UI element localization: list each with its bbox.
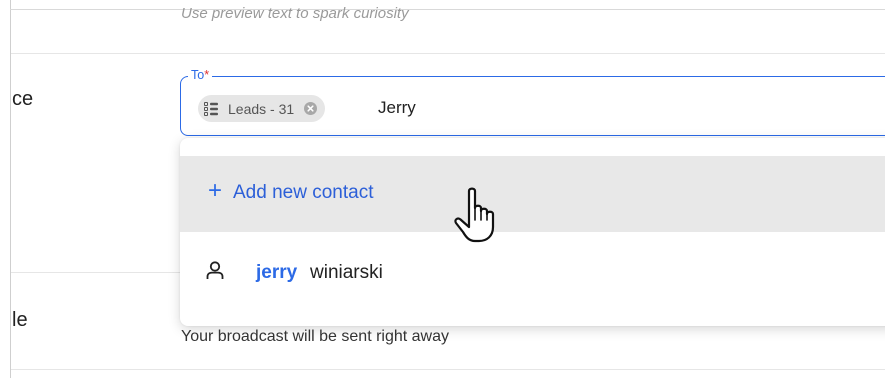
- audience-row-label: ce: [12, 88, 34, 110]
- hand-pointer-cursor-icon: [452, 185, 502, 252]
- remove-chip-icon[interactable]: [304, 102, 318, 115]
- top-border: [10, 9, 885, 10]
- to-field-legend: To*: [188, 67, 213, 83]
- list-icon: [204, 101, 219, 116]
- contact-name-rest: winiarski: [310, 262, 383, 283]
- preview-text-hint: Use preview text to spark curiosity: [181, 5, 409, 22]
- schedule-description: Your broadcast will be sent right away: [181, 328, 449, 345]
- recipient-suggestions-dropdown: + Add new contact jerry winiarski: [180, 138, 885, 326]
- add-new-contact-label: Add new contact: [233, 182, 374, 203]
- to-recipients-field[interactable]: To* Leads - 31 Jerry: [180, 67, 885, 136]
- row-divider: [11, 369, 885, 370]
- plus-icon: +: [208, 177, 223, 204]
- schedule-row-label: le: [12, 309, 28, 331]
- add-new-contact-option[interactable]: + Add new contact: [180, 156, 885, 232]
- left-border: [10, 0, 11, 378]
- recipient-chip[interactable]: Leads - 31: [198, 95, 326, 122]
- contact-result-item[interactable]: jerry winiarski: [180, 242, 885, 302]
- required-marker: *: [204, 68, 210, 82]
- chip-label: Leads - 31: [228, 100, 295, 117]
- row-divider: [11, 53, 885, 54]
- person-icon: [206, 261, 224, 285]
- to-legend-text: To: [191, 68, 205, 82]
- contact-match-text: jerry: [256, 262, 298, 283]
- recipient-search-input[interactable]: Jerry: [378, 98, 416, 118]
